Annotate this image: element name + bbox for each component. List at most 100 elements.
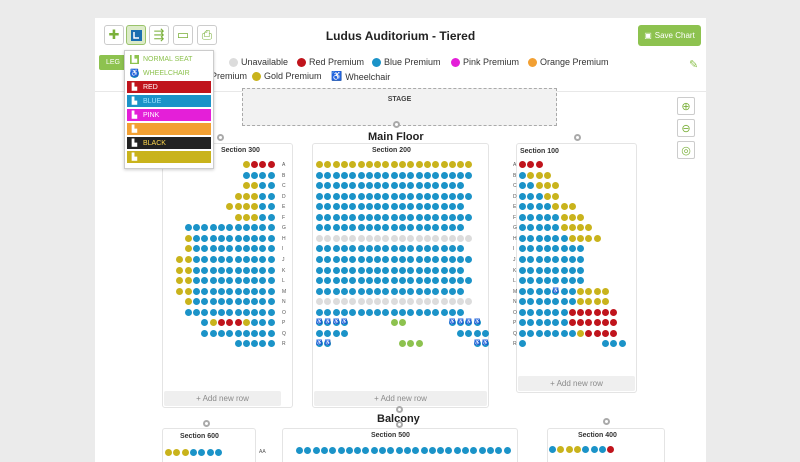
seat[interactable]	[482, 329, 489, 337]
seat[interactable]	[577, 287, 585, 295]
seat[interactable]	[486, 447, 494, 454]
seat[interactable]	[568, 287, 576, 295]
seat[interactable]	[478, 447, 486, 454]
section-400-settings-icon[interactable]	[603, 418, 610, 425]
seat[interactable]	[365, 266, 373, 274]
seat[interactable]	[340, 234, 348, 242]
seat[interactable]	[423, 234, 431, 242]
seat[interactable]	[349, 287, 357, 295]
seat[interactable]	[365, 192, 373, 200]
seat[interactable]	[543, 171, 551, 179]
seat[interactable]	[390, 234, 398, 242]
recenter-icon[interactable]: ◎	[677, 141, 695, 159]
seat[interactable]	[457, 287, 465, 295]
seat[interactable]	[382, 171, 390, 179]
seat[interactable]	[193, 255, 200, 263]
seat[interactable]	[568, 329, 576, 337]
wheelchair-seat[interactable]: ♿	[332, 319, 340, 327]
seat[interactable]	[448, 287, 456, 295]
seat[interactable]	[543, 298, 551, 306]
seat[interactable]	[440, 298, 448, 306]
seat[interactable]	[399, 308, 406, 316]
seat[interactable]	[448, 182, 456, 190]
seat[interactable]	[519, 266, 526, 274]
seat[interactable]	[519, 213, 526, 221]
seat[interactable]	[519, 255, 526, 263]
seat[interactable]	[420, 447, 428, 454]
dropdown-item-orange[interactable]: ▙ ORANGE	[127, 123, 211, 135]
seat[interactable]	[390, 319, 398, 327]
seat[interactable]	[209, 255, 217, 263]
seat[interactable]	[165, 449, 172, 456]
seat[interactable]	[340, 161, 348, 168]
seat[interactable]	[340, 182, 348, 190]
seat[interactable]	[242, 182, 250, 190]
section-100-settings-icon[interactable]	[574, 134, 581, 141]
seat[interactable]	[440, 255, 448, 263]
seat[interactable]	[565, 446, 573, 453]
seat[interactable]	[312, 447, 320, 454]
seat[interactable]	[560, 277, 568, 285]
seat[interactable]	[382, 266, 390, 274]
seat[interactable]	[560, 234, 568, 242]
seat[interactable]	[535, 234, 543, 242]
seat[interactable]	[189, 449, 197, 456]
seat[interactable]	[357, 255, 365, 263]
add-row-button-100[interactable]: + Add new row	[518, 376, 635, 391]
seat[interactable]	[399, 161, 406, 168]
seat[interactable]	[332, 266, 340, 274]
seat[interactable]	[242, 266, 250, 274]
zoom-out-icon[interactable]: ⊖	[677, 119, 695, 137]
seat[interactable]	[399, 287, 406, 295]
seat[interactable]	[332, 234, 340, 242]
seat[interactable]	[423, 308, 431, 316]
seat[interactable]	[226, 308, 234, 316]
seat[interactable]	[457, 266, 465, 274]
seat[interactable]	[407, 192, 415, 200]
dropdown-item-wheelchair[interactable]: ♿ WHEELCHAIR	[127, 67, 211, 79]
seat[interactable]	[357, 287, 365, 295]
seat[interactable]	[577, 213, 585, 221]
seat[interactable]	[316, 329, 323, 337]
seat[interactable]	[535, 287, 543, 295]
seat[interactable]	[535, 245, 543, 253]
seat[interactable]	[457, 255, 465, 263]
seat[interactable]	[345, 447, 353, 454]
seat[interactable]	[453, 447, 461, 454]
seat[interactable]	[432, 234, 440, 242]
seat[interactable]	[184, 277, 192, 285]
seat[interactable]	[251, 171, 259, 179]
seat[interactable]	[448, 203, 456, 211]
seat[interactable]	[217, 298, 225, 306]
seat[interactable]	[267, 203, 275, 211]
seat[interactable]	[340, 213, 348, 221]
seat[interactable]	[440, 245, 448, 253]
seat[interactable]	[324, 308, 332, 316]
seat[interactable]	[357, 308, 365, 316]
seat[interactable]	[543, 287, 551, 295]
seat[interactable]	[209, 277, 217, 285]
seat[interactable]	[332, 245, 340, 253]
seat[interactable]	[543, 266, 551, 274]
seat[interactable]	[267, 277, 275, 285]
seat[interactable]	[552, 266, 560, 274]
seat[interactable]	[543, 192, 551, 200]
seat[interactable]	[535, 255, 543, 263]
seat[interactable]	[390, 192, 398, 200]
seat[interactable]	[415, 203, 423, 211]
seat[interactable]	[519, 234, 526, 242]
seat[interactable]	[432, 308, 440, 316]
seat[interactable]	[610, 308, 618, 316]
seat[interactable]	[234, 234, 242, 242]
seat[interactable]	[390, 277, 398, 285]
seat[interactable]	[568, 266, 576, 274]
dropdown-item-pink[interactable]: ▙ PINK	[127, 109, 211, 121]
seat[interactable]	[184, 308, 192, 316]
seat[interactable]	[440, 277, 448, 285]
seat[interactable]	[267, 319, 275, 327]
seat[interactable]	[423, 213, 431, 221]
seat[interactable]	[349, 266, 357, 274]
seat[interactable]	[415, 192, 423, 200]
seat[interactable]	[407, 171, 415, 179]
seat[interactable]	[340, 329, 348, 337]
